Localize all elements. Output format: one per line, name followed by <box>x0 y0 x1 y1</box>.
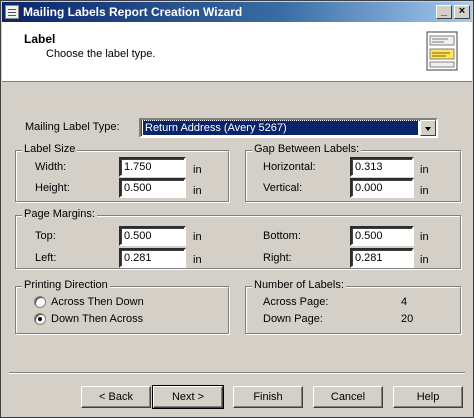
down-page-value: 20 <box>401 313 414 325</box>
left-margin-unit: in <box>193 254 202 266</box>
next-button[interactable]: Next > <box>152 385 224 409</box>
left-margin-label: Left: <box>35 252 57 264</box>
vertical-label: Vertical: <box>263 182 303 194</box>
page-margins-legend: Page Margins: <box>22 208 97 220</box>
horizontal-unit: in <box>420 164 429 176</box>
cancel-button[interactable]: Cancel <box>313 386 383 408</box>
step-subtitle: Choose the label type. <box>46 48 156 60</box>
bottom-margin-label: Bottom: <box>263 230 301 242</box>
vertical-unit: in <box>420 185 429 197</box>
printing-direction-group: Printing Direction <box>15 279 229 334</box>
label-size-legend: Label Size <box>22 143 78 155</box>
horizontal-gap-input[interactable] <box>350 157 414 177</box>
help-button[interactable]: Help <box>393 386 463 408</box>
height-unit: in <box>193 185 202 197</box>
printing-direction-legend: Printing Direction <box>22 279 110 291</box>
title-bar[interactable]: Mailing Labels Report Creation Wizard _ … <box>2 2 472 22</box>
wizard-header: Label Choose the label type. <box>2 22 472 82</box>
gap-legend: Gap Between Labels: <box>252 143 362 155</box>
down-page-label: Down Page: <box>263 313 323 325</box>
label-type-select[interactable]: Return Address (Avery 5267) <box>139 118 438 138</box>
label-type-value: Return Address (Avery 5267) <box>142 120 419 136</box>
window-title: Mailing Labels Report Creation Wizard <box>23 5 243 19</box>
across-then-down-label[interactable]: Across Then Down <box>51 296 144 308</box>
width-input[interactable] <box>119 157 186 177</box>
step-title: Label <box>24 32 56 46</box>
width-label: Width: <box>35 161 67 173</box>
left-margin-input[interactable] <box>119 248 186 268</box>
height-label: Height: <box>35 182 70 194</box>
across-page-label: Across Page: <box>263 296 329 308</box>
label-type-label: Mailing Label Type: <box>25 121 120 133</box>
width-unit: in <box>193 164 202 176</box>
across-page-value: 4 <box>401 296 408 308</box>
finish-button[interactable]: Finish <box>233 386 303 408</box>
vertical-gap-input[interactable] <box>350 178 414 198</box>
back-button[interactable]: < Back <box>81 386 151 408</box>
chevron-down-icon[interactable] <box>420 120 436 136</box>
top-margin-label: Top: <box>35 230 56 242</box>
number-of-labels-group: Number of Labels: <box>245 279 461 334</box>
footer-divider <box>9 372 465 374</box>
right-margin-input[interactable] <box>350 248 414 268</box>
bottom-margin-unit: in <box>420 231 429 243</box>
right-margin-label: Right: <box>263 252 292 264</box>
down-then-across-label[interactable]: Down Then Across <box>51 313 143 325</box>
app-icon <box>5 5 19 19</box>
number-of-labels-legend: Number of Labels: <box>252 279 346 291</box>
horizontal-label: Horizontal: <box>263 161 316 173</box>
top-margin-input[interactable] <box>119 226 186 246</box>
right-margin-unit: in <box>420 254 429 266</box>
wizard-window: Mailing Labels Report Creation Wizard _ … <box>0 0 474 418</box>
top-margin-unit: in <box>193 231 202 243</box>
label-sheet-icon <box>426 31 458 71</box>
height-input[interactable] <box>119 178 186 198</box>
minimize-button[interactable]: _ <box>436 5 452 19</box>
across-then-down-radio[interactable] <box>34 296 46 308</box>
down-then-across-radio[interactable] <box>34 313 46 325</box>
close-button[interactable]: × <box>454 5 470 19</box>
bottom-margin-input[interactable] <box>350 226 414 246</box>
